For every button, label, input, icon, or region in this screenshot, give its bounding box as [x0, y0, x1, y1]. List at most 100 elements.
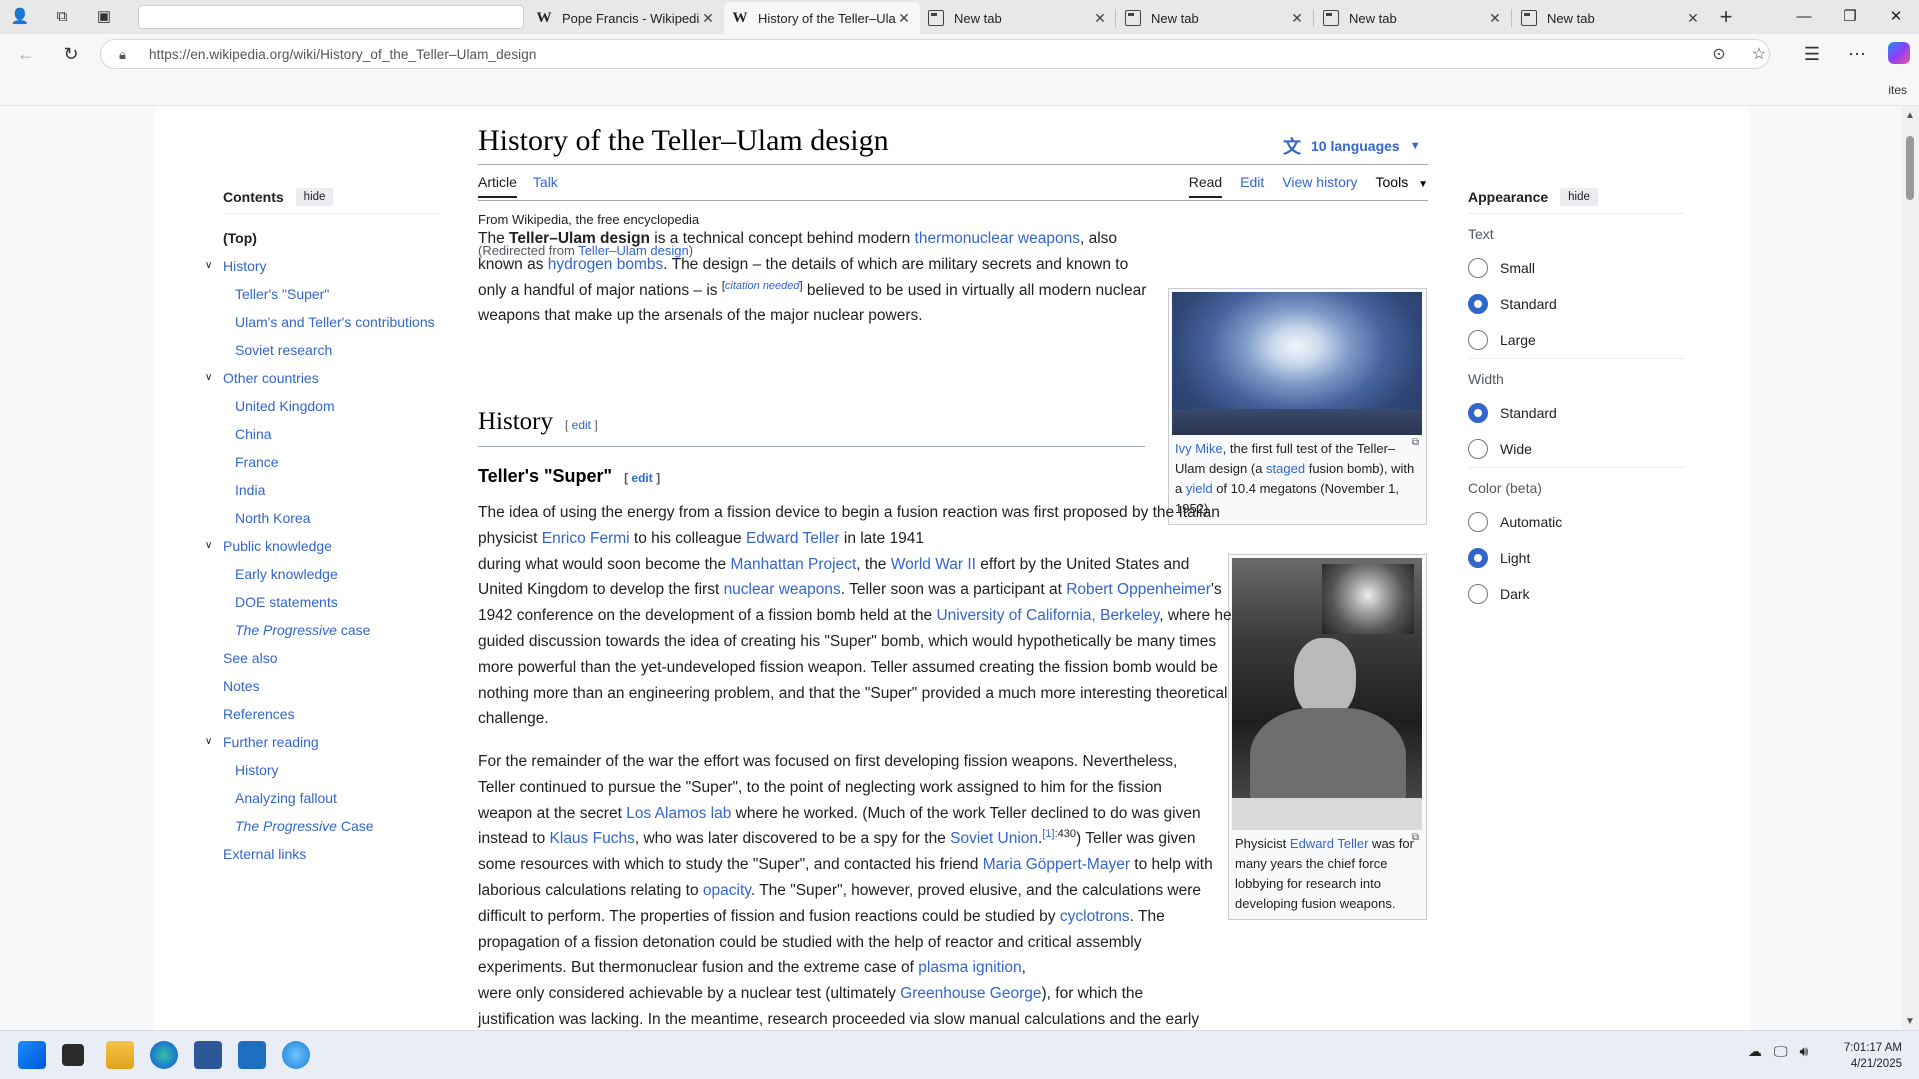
radio-large[interactable]: [1468, 330, 1488, 350]
toc-item[interactable]: Teller's "Super": [223, 280, 440, 308]
toc-item[interactable]: ∨ Further reading: [205, 728, 440, 756]
back-arrow-icon[interactable]: ←: [14, 42, 38, 66]
favorites-icon[interactable]: ☰: [1800, 42, 1824, 66]
clock[interactable]: 7:01:17 AM 4/21/2025: [1842, 1040, 1902, 1072]
radio-color-dark[interactable]: [1468, 584, 1488, 604]
text-size-standard-option[interactable]: Standard: [1468, 286, 1685, 322]
favorites-bar-overflow[interactable]: ites: [1888, 83, 1907, 97]
start-icon[interactable]: [18, 1041, 46, 1069]
copilot-icon[interactable]: [1888, 42, 1910, 64]
toc-item[interactable]: Early knowledge: [223, 560, 440, 588]
scroll-down-icon[interactable]: ▼: [1905, 1016, 1915, 1027]
tab-new-1[interactable]: New tab ✕: [920, 2, 1116, 34]
link-ivy-mike[interactable]: Ivy Mike: [1175, 441, 1223, 456]
width-wide-option[interactable]: Wide: [1468, 431, 1685, 467]
volume-icon[interactable]: 🔊︎: [1800, 1043, 1809, 1060]
link-soviet-union[interactable]: Soviet Union: [950, 830, 1038, 847]
tab-tools[interactable]: Tools ▼: [1376, 174, 1428, 198]
toc-item[interactable]: Ulam's and Teller's contributions: [223, 308, 440, 336]
toc-item-label[interactable]: Teller's "Super": [235, 286, 329, 302]
toc-item-label[interactable]: North Korea: [235, 510, 310, 526]
toc-item[interactable]: India: [223, 476, 440, 504]
toc-item-label[interactable]: United Kingdom: [235, 398, 335, 414]
toc-hide-button[interactable]: hide: [295, 187, 334, 206]
toc-item-label[interactable]: History: [223, 258, 267, 274]
toc-item[interactable]: The Progressive case: [223, 616, 440, 644]
tab-new-3[interactable]: New tab ✕: [1315, 2, 1511, 34]
toc-item-label[interactable]: The Progressive case: [235, 622, 370, 638]
toc-item-label[interactable]: Ulam's and Teller's contributions: [235, 314, 435, 330]
link-cyclotrons[interactable]: cyclotrons: [1060, 908, 1130, 925]
file-explorer-icon[interactable]: [106, 1041, 134, 1069]
radio-color-automatic[interactable]: [1468, 512, 1488, 532]
width-standard-option[interactable]: Standard: [1468, 395, 1685, 431]
close-tab-icon[interactable]: ✕: [1289, 10, 1305, 27]
tab-read[interactable]: Read: [1188, 174, 1223, 198]
toc-item-label[interactable]: History: [235, 762, 279, 778]
link-opacity[interactable]: opacity: [703, 882, 751, 899]
toc-item-label[interactable]: DOE statements: [235, 594, 338, 610]
toc-item-label[interactable]: China: [235, 426, 272, 442]
close-tab-icon[interactable]: ✕: [896, 10, 912, 27]
toc-item[interactable]: Soviet research: [223, 336, 440, 364]
favorite-star-icon[interactable]: ☆: [1749, 45, 1769, 65]
ivy-mike-image[interactable]: [1172, 292, 1422, 435]
toc-item-label[interactable]: Public knowledge: [223, 538, 332, 554]
tab-edit[interactable]: Edit: [1240, 174, 1264, 190]
toc-item[interactable]: (Top): [223, 224, 440, 252]
toc-item[interactable]: China: [223, 420, 440, 448]
radio-width-wide[interactable]: [1468, 439, 1488, 459]
toc-item[interactable]: France: [223, 448, 440, 476]
link-robert-oppenheimer[interactable]: Robert Oppenheimer: [1066, 581, 1211, 598]
radio-color-light[interactable]: [1468, 548, 1488, 568]
edit-history-link[interactable]: edit: [572, 418, 591, 432]
scroll-thumb[interactable]: [1906, 136, 1914, 200]
close-tab-icon[interactable]: ✕: [1092, 10, 1108, 27]
tab-actions-icon[interactable]: ▣: [94, 7, 114, 27]
toc-item[interactable]: See also: [223, 644, 440, 672]
link-manhattan-project[interactable]: Manhattan Project: [730, 556, 856, 573]
toc-item-label[interactable]: Notes: [223, 678, 260, 694]
close-window-button[interactable]: ✕: [1873, 0, 1919, 34]
link-enrico-fermi[interactable]: Enrico Fermi: [542, 530, 630, 547]
restore-button[interactable]: ❐: [1827, 0, 1873, 34]
tab-search-box[interactable]: [138, 5, 524, 29]
toc-collapse-chevron-icon[interactable]: ∨: [205, 728, 212, 756]
toc-item[interactable]: External links: [223, 840, 440, 868]
url-text[interactable]: https://en.wikipedia.org/wiki/History_of…: [149, 47, 537, 62]
link-klaus-fuchs[interactable]: Klaus Fuchs: [550, 830, 635, 847]
scroll-up-icon[interactable]: ▲: [1905, 110, 1915, 121]
page-scrollbar[interactable]: ▲ ▼: [1901, 106, 1919, 1030]
tab-view-history[interactable]: View history: [1282, 174, 1357, 190]
tab-article[interactable]: Article: [478, 174, 517, 198]
link-yield[interactable]: yield: [1186, 481, 1213, 496]
toc-item[interactable]: United Kingdom: [223, 392, 440, 420]
link-maria-goeppert-mayer[interactable]: Maria Göppert-Mayer: [983, 856, 1130, 873]
toc-item[interactable]: Analyzing fallout: [223, 784, 440, 812]
link-plasma-ignition[interactable]: plasma ignition: [918, 959, 1021, 976]
toc-item[interactable]: References: [223, 700, 440, 728]
close-tab-icon[interactable]: ✕: [1487, 10, 1503, 27]
link-staged[interactable]: staged: [1266, 461, 1305, 476]
toc-item[interactable]: The Progressive Case: [223, 812, 440, 840]
edge-icon[interactable]: [150, 1041, 178, 1069]
radio-standard[interactable]: [1468, 294, 1488, 314]
onedrive-icon[interactable]: ☁: [1748, 1043, 1762, 1060]
more-menu-icon[interactable]: ⋯: [1845, 42, 1869, 66]
toc-item-label[interactable]: Early knowledge: [235, 566, 338, 582]
link-nuclear-weapons[interactable]: nuclear weapons: [724, 581, 841, 598]
text-size-small-option[interactable]: Small: [1468, 250, 1685, 286]
link-los-alamos-lab[interactable]: Los Alamos lab: [626, 805, 731, 822]
address-bar[interactable]: 🔒︎ https://en.wikipedia.org/wiki/History…: [100, 39, 1770, 69]
toc-item-label[interactable]: India: [235, 482, 265, 498]
close-tab-icon[interactable]: ✕: [700, 10, 716, 27]
word-icon[interactable]: [194, 1041, 222, 1069]
toc-collapse-chevron-icon[interactable]: ∨: [205, 364, 212, 392]
toc-item-label[interactable]: See also: [223, 650, 277, 666]
task-view-icon[interactable]: [62, 1044, 84, 1066]
link-thermonuclear-weapons[interactable]: thermonuclear weapons: [915, 230, 1080, 247]
toc-item-label[interactable]: Further reading: [223, 734, 319, 750]
reader-mode-icon[interactable]: ⊙: [1709, 45, 1729, 65]
toc-item-label[interactable]: Analyzing fallout: [235, 790, 337, 806]
language-button[interactable]: 文 10 languages ▼: [1283, 133, 1421, 159]
